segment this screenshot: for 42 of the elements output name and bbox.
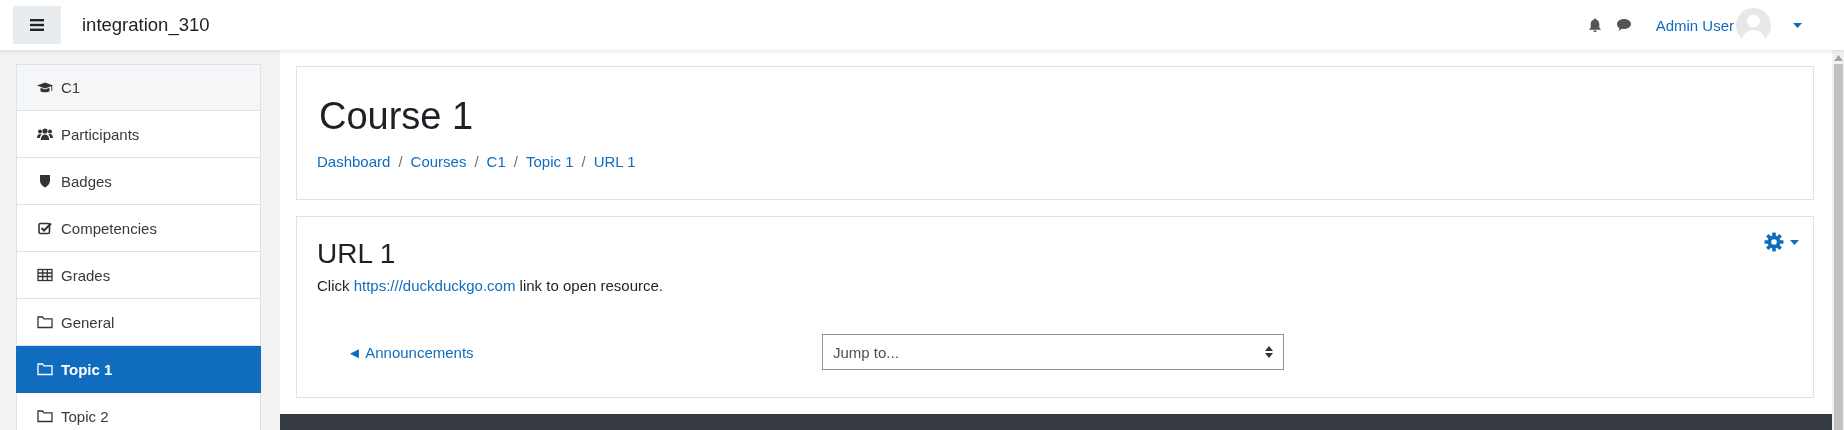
sort-arrows-icon[interactable]	[1265, 346, 1273, 358]
site-name[interactable]: integration_310	[82, 14, 210, 36]
chat-icon[interactable]	[1615, 18, 1632, 32]
breadcrumb-link[interactable]: Courses	[410, 153, 467, 170]
table-icon	[37, 268, 53, 282]
menu-icon[interactable]	[30, 19, 44, 31]
sidebar-item[interactable]: Grades	[16, 252, 261, 299]
breadcrumb-separator: /	[474, 153, 479, 170]
breadcrumb-separator: /	[398, 153, 403, 170]
page-title: Course 1	[319, 94, 475, 139]
user-name[interactable]: Admin User	[1655, 16, 1734, 34]
intro-text: Click https:///duckduckgo.com link to open resource.	[317, 277, 664, 294]
breadcrumb-link[interactable]: Dashboard	[317, 153, 391, 170]
shield-icon	[37, 174, 53, 188]
resource-link[interactable]: https:///duckduckgo.com	[353, 277, 516, 294]
folder-icon	[37, 315, 53, 329]
sidebar-item[interactable]: Badges	[16, 158, 261, 205]
users-icon	[37, 127, 53, 141]
caret-icon[interactable]	[1793, 22, 1802, 28]
breadcrumb-separator: /	[581, 153, 586, 170]
sidebar-item[interactable]: General	[16, 299, 261, 346]
breadcrumb-link[interactable]: Topic 1	[525, 153, 574, 170]
breadcrumb-link[interactable]: C1	[486, 153, 506, 170]
folder-icon	[37, 362, 53, 376]
sidebar-item[interactable]: Topic 1	[16, 346, 261, 393]
folder-icon	[37, 409, 53, 423]
jump-to-select[interactable]: Jump to...	[822, 334, 1284, 370]
activity-title: URL 1	[317, 237, 396, 271]
caret-icon[interactable]	[1790, 239, 1799, 245]
breadcrumb-separator: /	[513, 153, 518, 170]
sidebar-item[interactable]: Competencies	[16, 205, 261, 252]
sidebar-item[interactable]: Participants	[16, 111, 261, 158]
previous-activity-link[interactable]: ◄ Announcements	[347, 343, 474, 361]
settings-menu[interactable]	[1764, 232, 1799, 252]
checkbox-icon	[37, 221, 53, 235]
settings-icon[interactable]	[1764, 232, 1784, 252]
graduation-cap-icon	[37, 80, 53, 95]
sidebar-item[interactable]: Topic 2	[16, 393, 261, 430]
sidebar-item[interactable]: C1	[16, 64, 261, 111]
breadcrumb-link[interactable]: URL 1	[593, 153, 636, 170]
bell-icon[interactable]	[1587, 17, 1602, 33]
menu-button[interactable]	[13, 6, 61, 44]
